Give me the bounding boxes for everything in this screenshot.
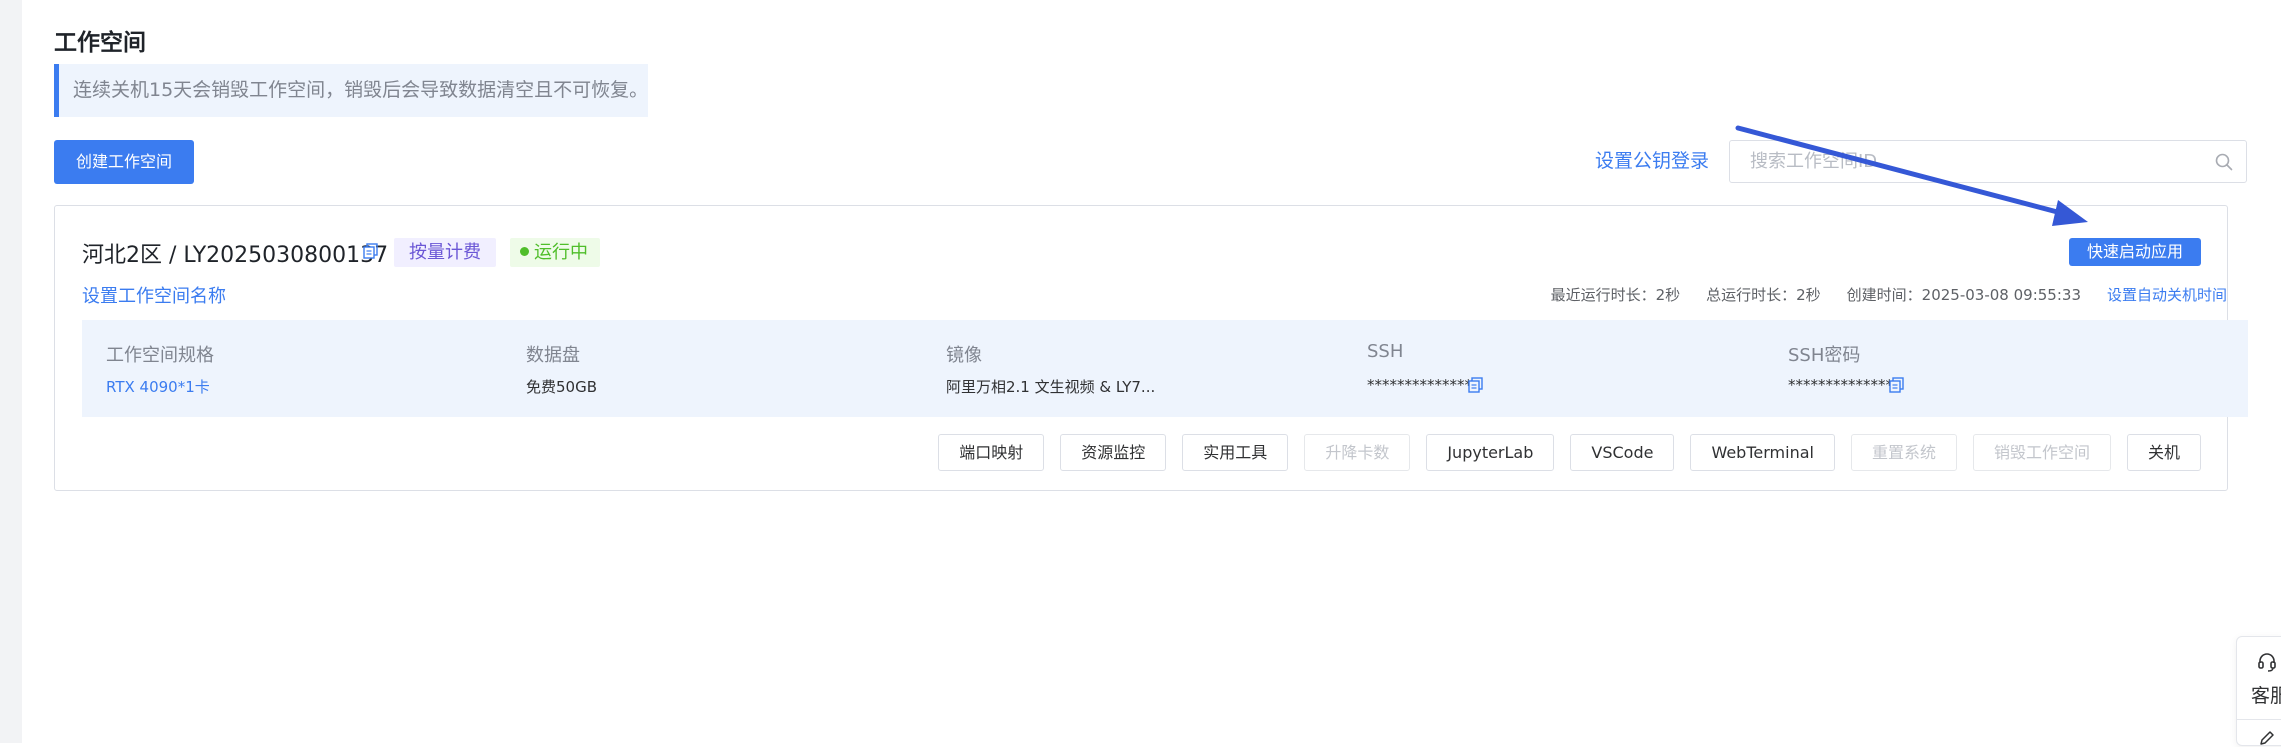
spec-value: 阿里万相2.1 文生视频 & LY7...: [946, 378, 1156, 396]
spec-label: SSH密码: [1788, 345, 1861, 366]
status-dot-icon: [520, 247, 529, 256]
recent-runtime: 最近运行时长：2秒: [1550, 286, 1681, 304]
spec-panel: 工作空间规格 RTX 4090*1卡 数据盘 免费50GB 镜像 阿里万相2.1…: [82, 320, 2248, 417]
reset-system-button[interactable]: 重置系统: [1850, 434, 1957, 471]
spec-value: **************: [1367, 376, 1472, 394]
destroy-workspace-button[interactable]: 销毁工作空间: [1972, 434, 2111, 471]
spec-ssh: SSH **************: [1367, 320, 1787, 417]
created-time: 创建时间：2025-03-08 09:55:33: [1846, 286, 2081, 304]
status-text: 运行中: [534, 242, 588, 263]
pen-icon[interactable]: [2258, 729, 2276, 747]
quick-launch-app-button[interactable]: 快速启动应用: [2069, 238, 2201, 266]
billing-tag: 按量计费: [394, 238, 496, 267]
runtime-meta-row: 最近运行时长：2秒 总运行时长：2秒 创建时间：2025-03-08 09:55:3…: [1551, 284, 2227, 306]
workspace-search-box: [1729, 140, 2247, 183]
spec-label: SSH: [1367, 341, 1404, 362]
workspace-action-row: 端口映射 资源监控 实用工具 升降卡数 JupyterLab VSCode We…: [938, 434, 2201, 471]
customer-service-label[interactable]: 客服: [2251, 681, 2281, 708]
webterminal-button[interactable]: WebTerminal: [1690, 434, 1835, 471]
spec-label: 镜像: [946, 345, 982, 366]
spec-ssh-password: SSH密码 **************: [1788, 320, 2208, 417]
headset-icon[interactable]: [2256, 651, 2278, 673]
float-divider: [2237, 719, 2281, 720]
spec-data-disk: 数据盘 免费50GB: [526, 320, 946, 417]
sidebar-edge: [0, 0, 22, 743]
vscode-button[interactable]: VSCode: [1570, 434, 1675, 471]
create-workspace-button[interactable]: 创建工作空间: [54, 140, 194, 184]
spec-value-gpu-link[interactable]: RTX 4090*1卡: [106, 376, 210, 397]
destroy-warning-notice: 连续关机15天会销毁工作空间，销毁后会导致数据清空且不可恢复。: [54, 64, 648, 117]
change-gpu-count-button[interactable]: 升降卡数: [1304, 434, 1411, 471]
resource-monitor-button[interactable]: 资源监控: [1060, 434, 1167, 471]
shutdown-button[interactable]: 关机: [2126, 434, 2201, 471]
jupyterlab-button[interactable]: JupyterLab: [1426, 434, 1555, 471]
set-auto-shutdown-link[interactable]: 设置自动关机时间: [2107, 286, 2227, 304]
workspace-search-input[interactable]: [1730, 141, 2200, 182]
set-workspace-name-link[interactable]: 设置工作空间名称: [82, 282, 226, 308]
search-icon[interactable]: [2214, 152, 2234, 172]
set-pubkey-login-link[interactable]: 设置公钥登录: [1595, 146, 1709, 173]
port-mapping-button[interactable]: 端口映射: [938, 434, 1045, 471]
copy-ssh-password-icon[interactable]: [1888, 376, 1906, 394]
floating-service-panel[interactable]: 客服: [2236, 636, 2281, 746]
spec-image: 镜像 阿里万相2.1 文生视频 & LY7...: [946, 320, 1366, 417]
spec-gpu: 工作空间规格 RTX 4090*1卡: [106, 320, 526, 417]
workspace-name: 河北2区 / LY2025030800137: [82, 243, 389, 268]
copy-ssh-icon[interactable]: [1467, 376, 1485, 394]
spec-value: 免费50GB: [526, 378, 598, 396]
page-title: 工作空间: [54, 30, 146, 56]
spec-label: 工作空间规格: [106, 345, 214, 366]
copy-icon[interactable]: [362, 242, 380, 260]
spec-value: **************: [1788, 376, 1893, 394]
spec-label: 数据盘: [526, 345, 580, 366]
utility-tools-button[interactable]: 实用工具: [1182, 434, 1289, 471]
workspace-card: 河北2区 / LY2025030800137 按量计费 运行中 快速启动应用 设…: [54, 205, 2248, 491]
total-runtime: 总运行时长：2秒: [1706, 286, 1821, 304]
status-badge: 运行中: [510, 238, 600, 267]
